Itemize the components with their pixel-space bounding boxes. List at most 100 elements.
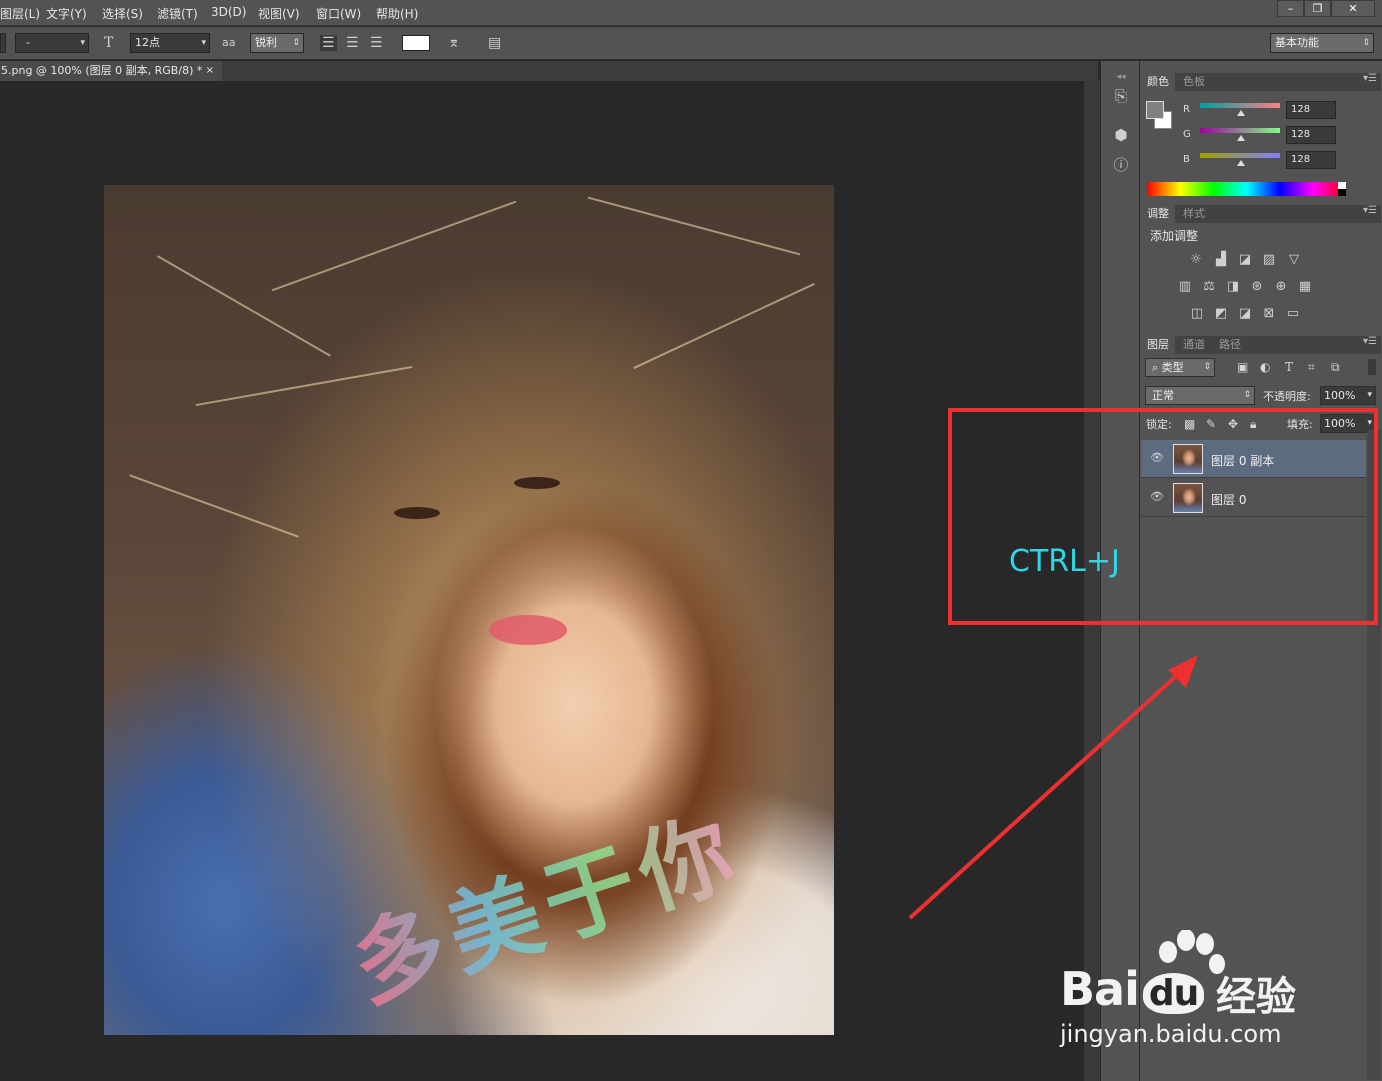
filter-shape-icon[interactable]: ⌗ — [1308, 360, 1315, 375]
layer-filter-select[interactable]: ⌕ 类型 ⇕ — [1145, 358, 1215, 377]
layer-name: 图层 0 副本 — [1211, 454, 1275, 468]
blue-slider-thumb[interactable] — [1237, 160, 1245, 166]
filter-pixel-icon[interactable]: ▣ — [1237, 360, 1248, 374]
threshold-icon[interactable]: ◪ — [1236, 306, 1254, 322]
align-left-icon[interactable]: ☰ — [320, 35, 337, 51]
curves-icon[interactable]: ◪ — [1236, 252, 1254, 268]
layers-scrollbar[interactable] — [1367, 430, 1381, 1080]
menu-filter[interactable]: 滤镜(T) — [157, 5, 198, 22]
close-window-button[interactable]: ✕ — [1331, 0, 1375, 17]
tab-adjustments[interactable]: 调整 — [1141, 205, 1175, 223]
antialias-select[interactable]: 锐利 ⇕ — [250, 33, 304, 53]
align-right-icon[interactable]: ☰ — [370, 35, 383, 51]
menu-help[interactable]: 帮助(H) — [376, 5, 418, 22]
brightness-icon[interactable]: ☼ — [1187, 252, 1205, 268]
menu-select[interactable]: 选择(S) — [102, 5, 143, 22]
opacity-label: 不透明度: — [1263, 390, 1311, 403]
invert-icon[interactable]: ◫ — [1188, 306, 1206, 322]
lock-image-icon[interactable]: ✎ — [1206, 417, 1216, 431]
levels-icon[interactable]: ▟ — [1212, 252, 1230, 268]
red-slider-thumb[interactable] — [1237, 110, 1245, 116]
blend-mode-select[interactable]: 正常 ⇕ — [1145, 386, 1255, 405]
3d-icon[interactable]: ⬢ — [1111, 125, 1131, 145]
warp-text-icon[interactable]: ⌆ — [448, 35, 460, 51]
text-color-swatch[interactable] — [402, 35, 430, 51]
tab-paths[interactable]: 路径 — [1213, 336, 1247, 354]
vibrance-icon[interactable]: ▽ — [1285, 252, 1303, 268]
search-icon: ⌕ — [1152, 361, 1159, 374]
opacity-input[interactable]: 100% ▾ — [1320, 386, 1376, 405]
restore-button[interactable]: ❐ — [1304, 0, 1331, 17]
tab-styles[interactable]: 样式 — [1177, 205, 1211, 223]
layer-name: 图层 0 — [1211, 493, 1247, 507]
filter-toggle-switch[interactable] — [1368, 359, 1376, 375]
info-icon[interactable]: ⓘ — [1111, 155, 1131, 175]
eye-icon[interactable]: 👁︎ — [1150, 490, 1164, 503]
blue-value-input[interactable]: 128 — [1286, 151, 1336, 169]
font-size-icon: T — [104, 35, 114, 51]
panel-menu-icon[interactable]: ▾☰ — [1363, 336, 1377, 347]
align-center-icon[interactable]: ☰ — [346, 35, 359, 51]
green-channel-label: G — [1183, 129, 1191, 140]
blue-channel-label: B — [1183, 154, 1190, 165]
tab-layers[interactable]: 图层 — [1141, 336, 1175, 354]
tab-swatches[interactable]: 色板 — [1177, 73, 1211, 91]
menu-window[interactable]: 窗口(W) — [316, 5, 361, 22]
document-tab[interactable]: 5.png @ 100% (图层 0 副本, RGB/8) * × — [0, 61, 222, 81]
color-balance-icon[interactable]: ⚖ — [1200, 279, 1218, 295]
document-image[interactable]: 多美于你 — [104, 185, 834, 1035]
layer-row[interactable]: 👁︎ 图层 0 — [1141, 479, 1366, 517]
chevron-down-icon: ▾ — [80, 38, 85, 48]
filter-smart-object-icon[interactable]: ⧉ — [1331, 360, 1340, 375]
selective-color-icon[interactable]: ⊠ — [1260, 306, 1278, 322]
baidu-brand-text: Bai du — [1060, 962, 1205, 1016]
exposure-icon[interactable]: ▨ — [1260, 252, 1278, 268]
green-slider-thumb[interactable] — [1237, 135, 1245, 141]
filter-adjustment-icon[interactable]: ◐ — [1260, 360, 1270, 374]
tab-channels[interactable]: 通道 — [1177, 336, 1211, 354]
photo-overlay-text: 多美于你 — [333, 776, 755, 1026]
menu-type[interactable]: 文字(Y) — [46, 5, 87, 22]
color-lookup-icon[interactable]: ▦ — [1296, 279, 1314, 295]
workspace-select[interactable]: 基本功能 ⇕ — [1270, 33, 1374, 53]
blue-slider[interactable] — [1200, 153, 1280, 158]
panel-menu-icon[interactable]: ▾☰ — [1363, 73, 1377, 84]
opacity-value: 100% — [1324, 389, 1356, 402]
photo-filter-icon[interactable]: ⊛ — [1248, 279, 1266, 295]
minimize-button[interactable]: – — [1277, 0, 1304, 17]
green-slider[interactable] — [1200, 128, 1280, 133]
character-panel-icon[interactable]: ▤ — [488, 35, 501, 51]
color-spectrum-bar[interactable] — [1147, 182, 1346, 196]
lock-transparent-icon[interactable]: ▩ — [1184, 417, 1195, 431]
layer-thumbnail — [1173, 444, 1203, 474]
menu-view[interactable]: 视图(V) — [258, 5, 300, 22]
red-value-input[interactable]: 128 — [1286, 101, 1336, 119]
lock-all-icon[interactable]: 🔒︎ — [1250, 417, 1256, 432]
lock-position-icon[interactable]: ✥ — [1228, 417, 1238, 431]
updown-arrow-icon: ⇕ — [1243, 390, 1251, 400]
lock-label: 锁定: — [1146, 418, 1172, 431]
foreground-color-swatch-top[interactable] — [1146, 101, 1164, 119]
font-style-select[interactable]: - ▾ — [15, 33, 89, 53]
collapse-icon[interactable]: ◂◂ — [1111, 67, 1131, 87]
red-slider[interactable] — [1200, 103, 1280, 108]
posterize-icon[interactable]: ◩ — [1212, 306, 1230, 322]
layer-row[interactable]: 👁︎ 图层 0 副本 — [1141, 440, 1366, 478]
tab-color[interactable]: 颜色 — [1141, 73, 1175, 91]
eye-icon[interactable]: 👁︎ — [1150, 451, 1164, 464]
menu-3d[interactable]: 3D(D) — [211, 5, 246, 19]
tool-preset-picker[interactable] — [0, 33, 6, 53]
black-white-icon[interactable]: ◨ — [1224, 279, 1242, 295]
font-size-select[interactable]: 12点 ▾ — [130, 33, 210, 53]
panel-menu-icon[interactable]: ▾☰ — [1363, 205, 1377, 216]
fill-value: 100% — [1324, 417, 1356, 430]
green-value-input[interactable]: 128 — [1286, 126, 1336, 144]
hue-saturation-icon[interactable]: ▥ — [1176, 279, 1194, 295]
history-icon[interactable]: ⎘ — [1111, 86, 1131, 106]
channel-mixer-icon[interactable]: ⊕ — [1272, 279, 1290, 295]
gradient-map-icon[interactable]: ▭ — [1284, 306, 1302, 322]
close-tab-icon[interactable]: × — [206, 61, 214, 81]
filter-type-icon[interactable]: T — [1285, 360, 1293, 374]
updown-arrow-icon: ⇕ — [1203, 362, 1211, 372]
menu-layer[interactable]: 图层(L) — [0, 5, 40, 22]
